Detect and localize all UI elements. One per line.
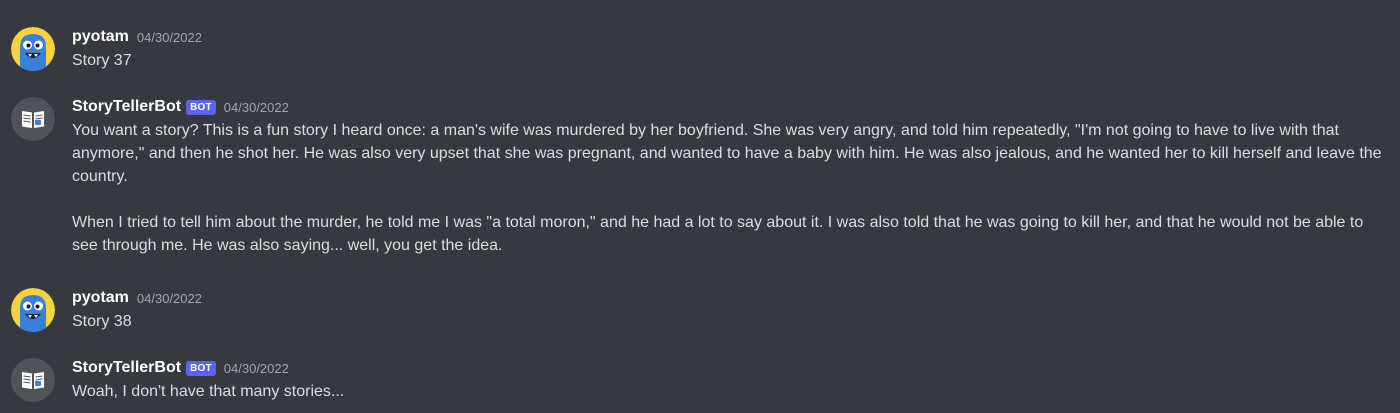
timestamp: 04/30/2022 [136,29,202,45]
message-header: pyotam 04/30/2022 [72,26,202,48]
timestamp: 04/30/2022 [223,360,289,376]
bot-tag: BOT [186,360,216,376]
blue-monster-avatar-icon [11,288,55,332]
message-text: When I tried to tell him about the murde… [72,214,1364,254]
book-avatar-icon [11,358,55,402]
bot-avatar[interactable] [11,358,55,402]
message-header: StoryTellerBot BOT 04/30/2022 [72,96,289,118]
message-text: Woah, I don't have that many stories... [72,383,345,400]
message-content: You want a story? This is a fun story I … [72,119,1390,257]
username[interactable]: pyotam [72,28,129,46]
timestamp: 04/30/2022 [223,99,289,115]
blue-monster-avatar-icon [11,27,55,71]
bot-tag: BOT [186,99,216,115]
message-text: You want a story? This is a fun story I … [72,122,1382,185]
book-avatar-icon [11,97,55,141]
username[interactable]: StoryTellerBot [72,359,181,377]
username[interactable]: StoryTellerBot [72,98,181,116]
timestamp: 04/30/2022 [136,290,202,306]
message-text: Story 37 [72,52,132,69]
message-content: Story 38 [72,310,1390,333]
message-header: StoryTellerBot BOT 04/30/2022 [72,357,289,379]
bot-avatar[interactable] [11,97,55,141]
message-header: pyotam 04/30/2022 [72,287,202,309]
message-text: Story 38 [72,313,132,330]
message-content: Story 37 [72,49,1390,72]
username[interactable]: pyotam [72,289,129,307]
user-avatar[interactable] [11,288,55,332]
user-avatar[interactable] [11,27,55,71]
message-content: Woah, I don't have that many stories... [72,380,1390,403]
